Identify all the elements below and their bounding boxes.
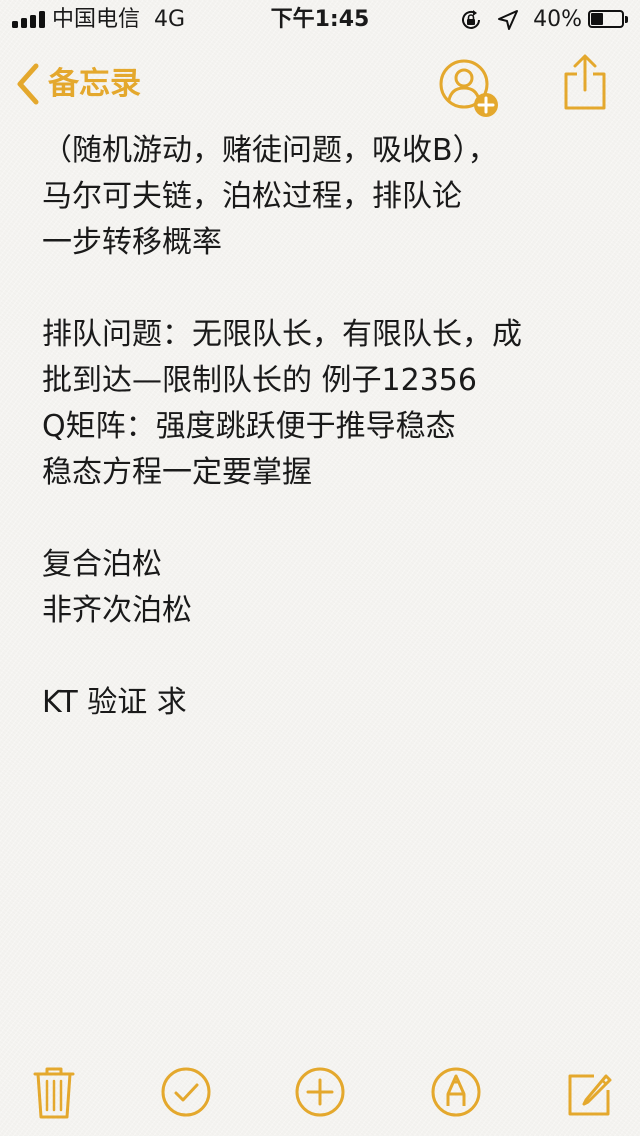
battery-icon [588,10,630,30]
chevron-left-icon [17,63,39,105]
note-body[interactable]: （随机游动，赌徒问题，吸收B）， 马尔可夫链，泊松过程，排队论 一步转移概率 排… [42,128,622,726]
add-people-button[interactable] [436,58,508,120]
status-indicators: 40% [459,7,630,33]
note-line: 马尔可夫链，泊松过程，排队论 [42,179,462,214]
share-icon [564,54,606,110]
note-line: 批到达—限制队长的 例子12356 [42,363,477,398]
carrier-info: 中国电信 4G [52,7,185,33]
add-icon [295,1067,345,1117]
note-line: 一步转移概率 [42,225,222,260]
delete-button[interactable] [26,1060,82,1124]
add-people-icon [439,59,498,117]
share-button[interactable] [560,52,610,112]
note-line: （随机游动，赌徒问题，吸收B）， [42,133,498,168]
bottom-toolbar [0,1060,640,1124]
battery-percent: 40% [533,7,582,32]
note-line [42,496,622,542]
checklist-button[interactable] [158,1060,214,1124]
note-line: 复合泊松 [42,547,162,582]
status-bar: 中国电信 4G 下午1:45 40% [0,0,640,40]
markup-icon [431,1067,481,1117]
battery-level-fill [591,13,603,25]
note-line: 排队问题：无限队长，有限队长，成 [42,317,522,352]
back-button[interactable]: 备忘录 [16,58,141,110]
nav-bar: 备忘录 [0,44,640,124]
back-label: 备忘录 [48,66,141,102]
note-line: KT 验证 求 [42,685,187,720]
note-line: Q矩阵：强度跳跃便于推导稳态 [42,409,456,444]
compose-button[interactable] [562,1060,618,1124]
trash-icon [33,1067,75,1119]
markup-button[interactable] [428,1060,484,1124]
note-line: 稳态方程一定要掌握 [42,455,312,490]
orientation-lock-icon [462,10,481,29]
network-type: 4G [154,7,186,32]
compose-icon [568,1074,612,1116]
checklist-icon [161,1067,211,1117]
location-arrow-icon [498,10,519,30]
note-line [42,634,622,680]
note-line [42,266,622,312]
carrier-name: 中国电信 [52,7,141,32]
add-button[interactable] [292,1060,348,1124]
note-line: 非齐次泊松 [42,593,192,628]
signal-bars-icon [12,10,52,28]
